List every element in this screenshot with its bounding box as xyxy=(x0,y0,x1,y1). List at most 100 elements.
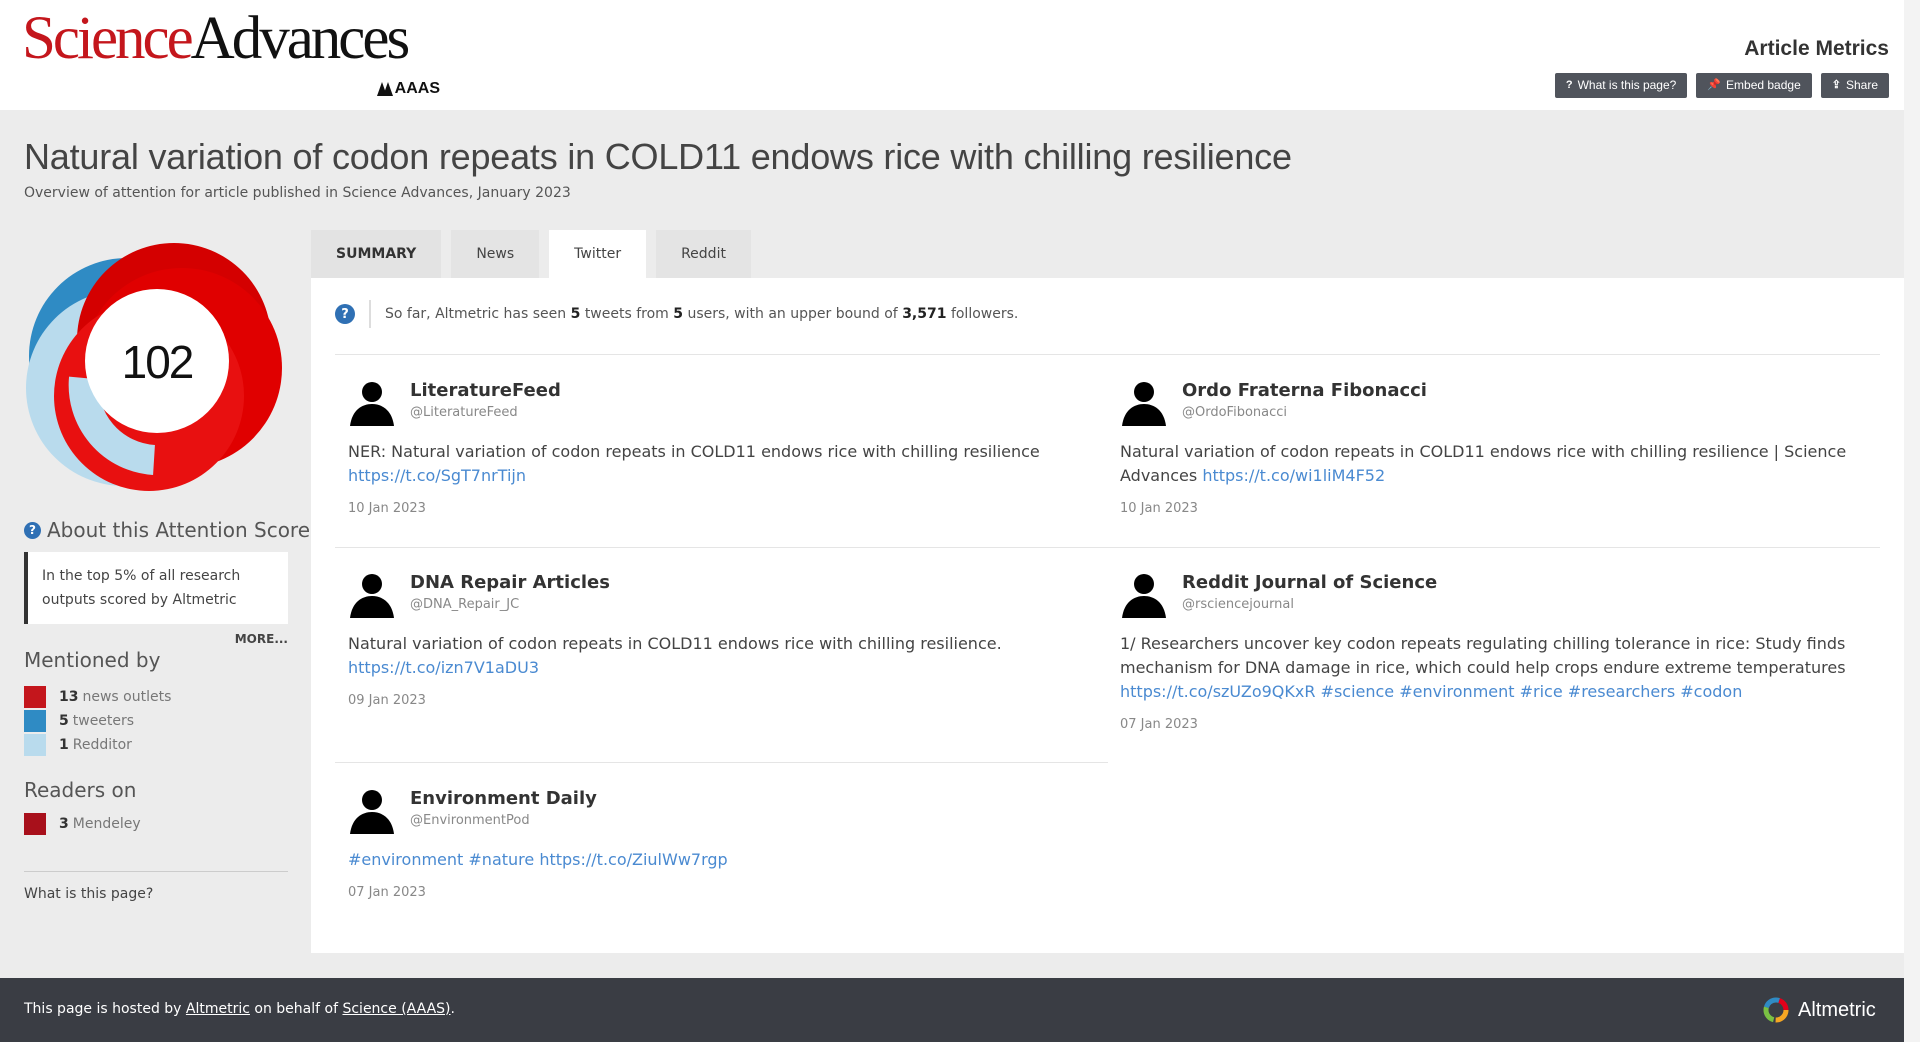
tweet-author-handle[interactable]: @EnvironmentPod xyxy=(410,813,597,828)
footer-mid: on behalf of xyxy=(254,1001,339,1017)
mention-label: Redditor xyxy=(72,737,132,753)
tweet-text: Natural variation of codon repeats in CO… xyxy=(348,632,1108,680)
tweet-author-name[interactable]: LiteratureFeed xyxy=(410,380,561,401)
share-button[interactable]: ⇪ Share xyxy=(1820,73,1889,98)
tweet-date: 10 Jan 2023 xyxy=(1120,501,1198,516)
percentile-box: In the top 5% of all research outputs sc… xyxy=(24,552,288,624)
question-circle-icon[interactable]: ? xyxy=(335,304,355,324)
summary-user-count: 5 xyxy=(673,306,683,322)
what-is-this-page-button[interactable]: ? What is this page? xyxy=(1554,73,1688,98)
readers-mendeley[interactable]: 3 Mendeley xyxy=(24,813,141,835)
reader-count: 3 xyxy=(59,816,69,832)
mention-label: news outlets xyxy=(82,689,172,705)
aaas-text: AAAS xyxy=(394,80,440,97)
user-avatar-icon[interactable] xyxy=(348,378,396,426)
tweet-card: Ordo Fraterna Fibonacci @OrdoFibonacci N… xyxy=(1120,378,1880,516)
tweet-author-name[interactable]: Reddit Journal of Science xyxy=(1182,572,1437,593)
summary-mid1: tweets from xyxy=(584,306,669,322)
altmetric-logo-icon xyxy=(1763,997,1789,1023)
altmetric-link[interactable]: Altmetric xyxy=(186,1001,250,1017)
tweet-author-handle[interactable]: @LiteratureFeed xyxy=(410,405,561,420)
summary-text: So far, Altmetric has seen 5 tweets from… xyxy=(385,306,1018,322)
user-avatar-icon[interactable] xyxy=(1120,378,1168,426)
tab-twitter[interactable]: Twitter xyxy=(549,230,647,278)
user-avatar-icon[interactable] xyxy=(1120,570,1168,618)
question-icon: ? xyxy=(1565,79,1573,91)
mention-count: 13 xyxy=(59,689,79,705)
tweet-link[interactable]: https://t.co/SgT7nrTijn xyxy=(348,466,526,485)
tweet-author-name[interactable]: Ordo Fraterna Fibonacci xyxy=(1182,380,1427,401)
tab-summary[interactable]: SUMMARY xyxy=(311,230,442,278)
aaas-logo: AAAS xyxy=(376,80,440,98)
page-scrollbar[interactable] xyxy=(1904,0,1920,1042)
tweet-date: 07 Jan 2023 xyxy=(1120,717,1198,732)
more-link[interactable]: MORE... xyxy=(200,632,288,646)
embed-badge-button[interactable]: 📌 Embed badge xyxy=(1696,73,1812,98)
tab-bar: SUMMARY News Twitter Reddit xyxy=(311,230,751,278)
tweet-text-content: NER: Natural variation of codon repeats … xyxy=(348,442,1040,461)
logo-advances: Advances xyxy=(190,5,411,72)
page-title: Natural variation of codon repeats in CO… xyxy=(24,136,1292,177)
user-avatar-icon[interactable] xyxy=(348,570,396,618)
mendeley-swatch xyxy=(24,813,46,835)
tweet-author-name[interactable]: DNA Repair Articles xyxy=(410,572,610,593)
about-score-label: About this Attention Score xyxy=(47,518,311,542)
button-label: What is this page? xyxy=(1577,78,1677,92)
tweet-text: NER: Natural variation of codon repeats … xyxy=(348,440,1108,488)
tweet-card: LiteratureFeed @LiteratureFeed NER: Natu… xyxy=(348,378,1108,516)
readers-on-heading: Readers on xyxy=(24,778,137,802)
tweet-link[interactable]: https://t.co/izn7V1aDU3 xyxy=(348,658,539,677)
sidebar-divider xyxy=(24,871,288,872)
reddit-swatch xyxy=(24,734,46,756)
tweet-text-content: Natural variation of codon repeats in CO… xyxy=(348,634,1002,653)
tab-news[interactable]: News xyxy=(451,230,540,278)
tweet-date: 07 Jan 2023 xyxy=(348,885,426,900)
altmetric-brand[interactable]: Altmetric xyxy=(1762,996,1876,1024)
divider xyxy=(335,762,1108,763)
reader-label: Mendeley xyxy=(72,816,141,832)
tweet-date: 10 Jan 2023 xyxy=(348,501,426,516)
tweet-author-handle[interactable]: @rsciencejournal xyxy=(1182,597,1437,612)
tweet-text-content: 1/ Researchers uncover key codon repeats… xyxy=(1120,634,1846,677)
summary-mid2: users, with an upper bound of xyxy=(687,306,898,322)
mention-redditor[interactable]: 1 Redditor xyxy=(24,734,132,756)
mention-news[interactable]: 13 news outlets xyxy=(24,686,171,708)
mention-label: tweeters xyxy=(72,713,135,729)
tweet-card: Environment Daily @EnvironmentPod #envir… xyxy=(348,786,1108,900)
tweet-link[interactable]: #environment #nature https://t.co/ZiulWw… xyxy=(348,850,728,869)
news-swatch xyxy=(24,686,46,708)
tweet-author-handle[interactable]: @OrdoFibonacci xyxy=(1182,405,1427,420)
summary-follower-count: 3,571 xyxy=(902,306,947,322)
footer-suffix: . xyxy=(450,1001,455,1017)
mention-tweeters[interactable]: 5 tweeters xyxy=(24,710,134,732)
tweet-text: #environment #nature https://t.co/ZiulWw… xyxy=(348,848,1108,872)
button-label: Embed badge xyxy=(1726,78,1801,92)
tweet-author-name[interactable]: Environment Daily xyxy=(410,788,597,809)
twitter-swatch xyxy=(24,710,46,732)
logo-science: Science xyxy=(22,5,194,72)
what-is-this-page-link[interactable]: What is this page? xyxy=(24,886,153,902)
mention-count: 5 xyxy=(59,713,69,729)
button-label: Share xyxy=(1845,78,1878,92)
user-avatar-icon[interactable] xyxy=(348,786,396,834)
share-icon: ⇪ xyxy=(1831,79,1841,91)
tweet-card: DNA Repair Articles @DNA_Repair_JC Natur… xyxy=(348,570,1108,708)
tweet-link[interactable]: https://t.co/wi1liM4F52 xyxy=(1202,466,1385,485)
tweet-text: Natural variation of codon repeats in CO… xyxy=(1120,440,1880,488)
tweet-author-handle[interactable]: @DNA_Repair_JC xyxy=(410,597,610,612)
header-buttons: ? What is this page? 📌 Embed badge ⇪ Sha… xyxy=(1554,73,1889,98)
article-metrics-title: Article Metrics xyxy=(1744,37,1889,60)
tab-reddit[interactable]: Reddit xyxy=(656,230,751,278)
pin-icon: 📌 xyxy=(1707,79,1722,91)
science-advances-logo[interactable]: ScienceAdvances AAAS xyxy=(22,8,442,104)
aaas-mark-icon xyxy=(376,82,393,96)
mention-count: 1 xyxy=(59,737,69,753)
tweet-link[interactable]: https://t.co/szUZo9QKxR #science #enviro… xyxy=(1120,682,1742,701)
divider xyxy=(335,354,1880,355)
footer-text: This page is hosted by Altmetric on beha… xyxy=(24,1001,455,1017)
summary-tweet-count: 5 xyxy=(570,306,581,322)
about-score-heading[interactable]: ? About this Attention Score xyxy=(24,518,310,542)
page-subtitle: Overview of attention for article publis… xyxy=(24,185,571,201)
summary-prefix: So far, Altmetric has seen xyxy=(385,306,567,322)
science-aaas-link[interactable]: Science (AAAS) xyxy=(342,1001,450,1017)
